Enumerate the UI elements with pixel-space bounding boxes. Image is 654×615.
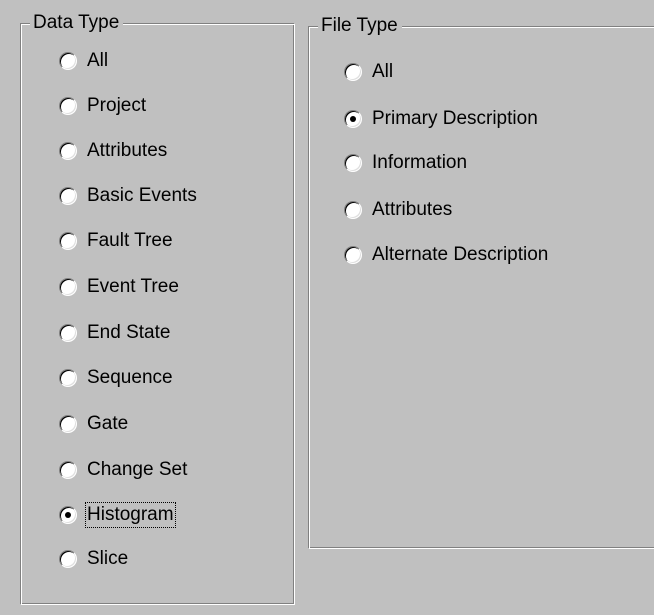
- file-type-group: File Type All Primary Description Inform…: [308, 14, 654, 549]
- radio-button[interactable]: [344, 154, 362, 172]
- radio-button[interactable]: [59, 461, 77, 479]
- data-type-option-event-tree[interactable]: Event Tree: [59, 274, 180, 300]
- data-type-option-label: Fault Tree: [87, 230, 173, 251]
- data-type-option-attributes[interactable]: Attributes: [59, 138, 168, 164]
- file-type-option-label: Primary Description: [372, 108, 538, 129]
- data-type-option-slice[interactable]: Slice: [59, 546, 129, 572]
- radio-button[interactable]: [344, 246, 362, 264]
- data-type-option-label: Project: [87, 95, 147, 116]
- data-type-option-gate[interactable]: Gate: [59, 411, 129, 437]
- data-type-group: Data Type All Project Attributes Basic E…: [20, 11, 295, 605]
- data-type-title: Data Type: [30, 11, 124, 35]
- data-type-option-end-state[interactable]: End State: [59, 320, 171, 346]
- data-type-option-fault-tree[interactable]: Fault Tree: [59, 228, 174, 254]
- file-type-option-alternate-description[interactable]: Alternate Description: [344, 242, 549, 268]
- radio-button-selected[interactable]: [344, 110, 362, 128]
- radio-button[interactable]: [59, 324, 77, 342]
- data-type-option-change-set[interactable]: Change Set: [59, 457, 188, 483]
- radio-button[interactable]: [344, 63, 362, 81]
- radio-button-selected[interactable]: [59, 506, 77, 524]
- file-type-option-all[interactable]: All: [344, 59, 394, 85]
- data-type-option-label: Attributes: [87, 140, 168, 161]
- data-type-option-project[interactable]: Project: [59, 93, 147, 119]
- radio-button[interactable]: [59, 550, 77, 568]
- data-type-option-label: Change Set: [87, 459, 188, 480]
- file-type-option-label: Information: [372, 152, 468, 173]
- data-type-option-label: Histogram: [85, 502, 176, 528]
- data-type-option-label: Event Tree: [87, 276, 179, 297]
- file-type-title: File Type: [318, 14, 402, 38]
- data-type-option-label: All: [87, 50, 109, 71]
- radio-button[interactable]: [59, 232, 77, 250]
- file-type-option-attributes[interactable]: Attributes: [344, 197, 453, 223]
- radio-button[interactable]: [59, 187, 77, 205]
- file-type-option-label: Attributes: [372, 199, 453, 220]
- radio-button[interactable]: [59, 278, 77, 296]
- file-type-option-label: All: [372, 61, 394, 82]
- radio-button[interactable]: [59, 52, 77, 70]
- radio-button[interactable]: [59, 415, 77, 433]
- data-type-option-label: Gate: [87, 413, 129, 434]
- file-type-option-information[interactable]: Information: [344, 150, 468, 176]
- file-type-option-primary-description[interactable]: Primary Description: [344, 106, 539, 132]
- data-type-option-basic-events[interactable]: Basic Events: [59, 183, 198, 209]
- data-type-option-sequence[interactable]: Sequence: [59, 365, 174, 391]
- data-type-option-histogram[interactable]: Histogram: [59, 502, 176, 528]
- file-type-option-label: Alternate Description: [372, 244, 549, 265]
- radio-button[interactable]: [59, 142, 77, 160]
- radio-button[interactable]: [59, 369, 77, 387]
- radio-button[interactable]: [59, 97, 77, 115]
- data-type-option-label: Basic Events: [87, 185, 197, 206]
- data-type-option-label: Sequence: [87, 367, 173, 388]
- data-type-option-label: Slice: [87, 548, 129, 569]
- data-type-option-label: End State: [87, 322, 171, 343]
- radio-button[interactable]: [344, 201, 362, 219]
- data-type-option-all[interactable]: All: [59, 48, 109, 74]
